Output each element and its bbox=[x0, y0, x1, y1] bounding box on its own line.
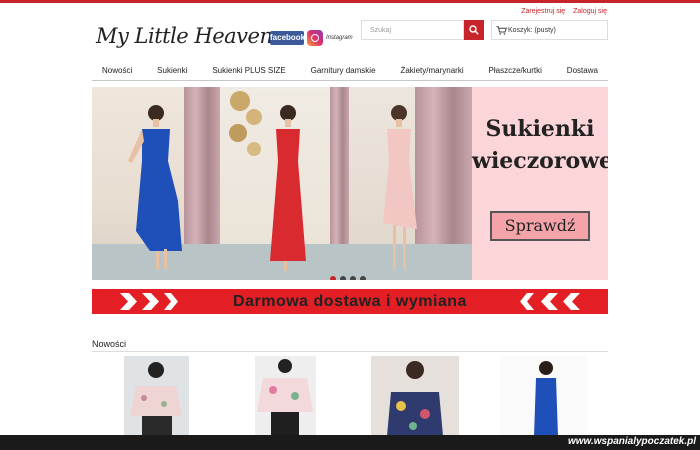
product-card[interactable] bbox=[371, 356, 459, 436]
slider-dot-3[interactable] bbox=[350, 276, 356, 280]
logo-text: My Little Heaven bbox=[96, 24, 273, 48]
nav-item-garnitury[interactable]: Garnitury damskie bbox=[311, 66, 376, 80]
main-nav: Nowości Sukienki Sukienki PLUS SIZE Garn… bbox=[92, 66, 608, 81]
nav-item-sukienki[interactable]: Sukienki bbox=[157, 66, 187, 80]
product-image bbox=[371, 356, 459, 436]
hero-slider[interactable]: Sukienki wieczorowe Sprawdź bbox=[92, 87, 608, 280]
chevrons-left-icon bbox=[520, 293, 580, 310]
watermark-bar: www.wspanialypoczatek.pl bbox=[0, 435, 700, 450]
login-link[interactable]: Zaloguj się bbox=[573, 8, 607, 15]
hero-title: Sukienki wieczorowe bbox=[472, 113, 608, 177]
cart-icon bbox=[496, 26, 507, 35]
search-input[interactable]: Szukaj bbox=[361, 20, 464, 40]
slider-dot-1[interactable] bbox=[330, 276, 336, 280]
section-divider bbox=[92, 351, 608, 352]
cart-label: Koszyk: (pusty) bbox=[508, 27, 556, 34]
hero-title-line-2: wieczorowe bbox=[472, 148, 608, 174]
top-accent-bar bbox=[0, 0, 700, 3]
instagram-label: Instagram bbox=[326, 35, 353, 41]
hero-cta-button[interactable]: Sprawdź bbox=[490, 211, 590, 241]
product-card[interactable] bbox=[500, 356, 587, 436]
product-card[interactable] bbox=[124, 356, 189, 436]
slider-dots bbox=[330, 269, 370, 280]
section-title: Nowości bbox=[92, 339, 127, 349]
nav-item-sukienki-plus-size[interactable]: Sukienki PLUS SIZE bbox=[212, 66, 285, 80]
nav-item-nowosci[interactable]: Nowości bbox=[102, 66, 132, 80]
search-button[interactable] bbox=[464, 20, 484, 40]
nav-item-plaszcze[interactable]: Płaszcze/kurtki bbox=[489, 66, 542, 80]
product-image bbox=[255, 356, 316, 436]
instagram-icon[interactable] bbox=[307, 30, 323, 46]
nav-item-zakiety[interactable]: Żakiety/marynarki bbox=[400, 66, 463, 80]
register-link[interactable]: Zarejestruj się bbox=[521, 8, 565, 15]
slider-dot-2[interactable] bbox=[340, 276, 346, 280]
slider-dot-4[interactable] bbox=[360, 276, 366, 280]
hero-title-line-1: Sukienki bbox=[485, 116, 595, 142]
hero-photo-red-dress bbox=[220, 87, 349, 280]
product-image bbox=[124, 356, 189, 436]
nav-item-dostawa[interactable]: Dostawa bbox=[567, 66, 598, 80]
facebook-link[interactable]: facebook bbox=[270, 31, 305, 45]
cart-button[interactable]: Koszyk: (pusty) bbox=[491, 20, 608, 40]
site-logo[interactable]: My Little Heaven bbox=[96, 18, 273, 56]
product-card[interactable] bbox=[255, 356, 316, 436]
free-delivery-banner[interactable]: Darmowa dostawa i wymiana bbox=[92, 289, 608, 314]
watermark-text: www.wspanialypoczatek.pl bbox=[568, 436, 696, 447]
hero-photo-pink-dress bbox=[349, 87, 472, 280]
hero-photo-blue-dress bbox=[92, 87, 220, 280]
account-links: Zarejestruj się Zaloguj się bbox=[515, 8, 607, 15]
search-icon bbox=[469, 25, 479, 35]
product-image bbox=[500, 356, 587, 436]
